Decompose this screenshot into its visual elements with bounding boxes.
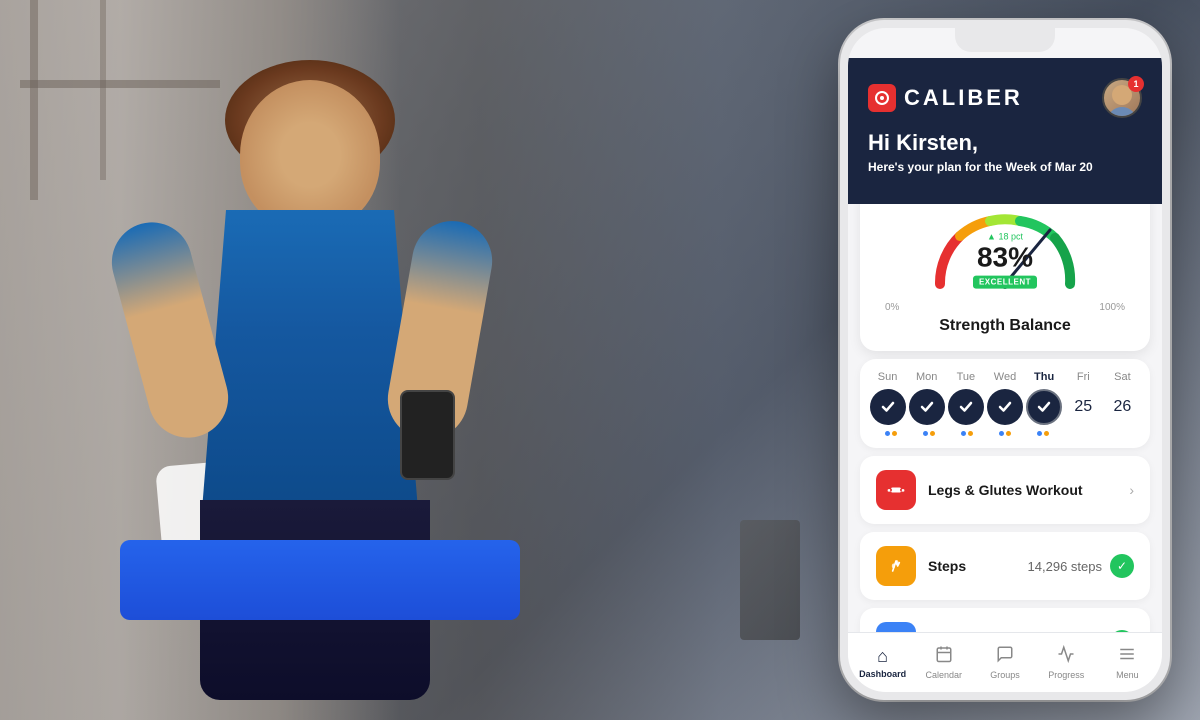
caliber-name: CALIBER <box>904 85 1023 111</box>
nav-progress[interactable]: Progress <box>1036 645 1097 680</box>
menu-icon <box>1118 645 1136 668</box>
gauge-label-high: 100% <box>1099 302 1125 313</box>
gauge-percent: 83% <box>977 242 1033 273</box>
top-bar: CALIBER 1 <box>868 78 1142 118</box>
person-figure <box>60 80 620 700</box>
avatar-container[interactable]: 1 <box>1102 78 1142 118</box>
gauge-card: ▲ 18 pct 83% EXCELLENT 0% 100% Strength … <box>860 184 1150 351</box>
weight-equipment <box>740 520 800 640</box>
workout-label: Legs & Glutes Workout <box>928 482 1129 498</box>
person-phone <box>400 390 455 480</box>
gauge-labels: 0% 100% <box>880 302 1130 313</box>
day-label-thu: Thu <box>1026 371 1062 383</box>
excellent-badge: EXCELLENT <box>973 276 1037 289</box>
day-label-sun: Sun <box>870 371 906 383</box>
nav-calendar[interactable]: Calendar <box>913 645 974 680</box>
dot-sun-2 <box>892 431 897 436</box>
steps-value: 14,296 steps <box>1028 559 1102 574</box>
day-label-mon: Mon <box>909 371 945 383</box>
day-sat[interactable]: 26 <box>1104 389 1140 425</box>
steps-check: ✓ <box>1110 554 1134 578</box>
dashboard-label: Dashboard <box>859 669 906 679</box>
greeting: Hi Kirsten, <box>868 130 1142 156</box>
workout-chevron: › <box>1129 482 1134 498</box>
dot-thu-2 <box>1044 431 1049 436</box>
activity-steps[interactable]: Steps 14,296 steps ✓ <box>860 532 1150 600</box>
phone-header: CALIBER 1 Hi Kirsten, Here's your plan f… <box>848 58 1162 204</box>
phone-content: CALIBER 1 Hi Kirsten, Here's your plan f… <box>848 28 1162 692</box>
dots-tue <box>949 431 985 436</box>
nav-menu[interactable]: Menu <box>1097 645 1158 680</box>
gym-bar-vertical-1 <box>30 0 38 200</box>
groups-label: Groups <box>990 670 1020 680</box>
strength-balance-title: Strength Balance <box>880 317 1130 335</box>
calendar-nav-label: Calendar <box>926 670 963 680</box>
phone-notch <box>955 28 1055 52</box>
plan-text: Here's your plan for the Week of Mar 20 <box>868 160 1142 174</box>
avatar-body <box>1107 107 1137 118</box>
caliber-icon <box>868 84 896 112</box>
steps-label: Steps <box>928 558 1028 574</box>
plan-week: Week of Mar 20 <box>1006 160 1093 174</box>
dot-thu-1 <box>1037 431 1042 436</box>
dot-tue-2 <box>968 431 973 436</box>
calendar-icon <box>935 645 953 668</box>
day-mon[interactable] <box>909 389 945 425</box>
progress-icon <box>1057 645 1075 668</box>
dot-tue-1 <box>961 431 966 436</box>
gauge-container: ▲ 18 pct 83% EXCELLENT <box>925 204 1085 294</box>
day-thu[interactable] <box>1026 389 1062 425</box>
day-fri[interactable]: 25 <box>1065 389 1101 425</box>
steps-icon <box>876 546 916 586</box>
dots-sun <box>873 431 909 436</box>
day-sun[interactable] <box>870 389 906 425</box>
day-wed[interactable] <box>987 389 1023 425</box>
phone-mockup: CALIBER 1 Hi Kirsten, Here's your plan f… <box>840 20 1170 700</box>
nav-groups[interactable]: Groups <box>974 645 1035 680</box>
person-head <box>240 80 380 230</box>
workout-icon <box>876 470 916 510</box>
dot-mon-2 <box>930 431 935 436</box>
dot-wed-1 <box>999 431 1004 436</box>
calendar-section: Sun Mon Tue Wed Thu Fri Sat <box>860 359 1150 448</box>
activity-workout[interactable]: Legs & Glutes Workout › <box>860 456 1150 524</box>
dot-mon-1 <box>923 431 928 436</box>
dots-mon <box>911 431 947 436</box>
days-header: Sun Mon Tue Wed Thu Fri Sat <box>868 371 1142 383</box>
caliber-logo: CALIBER <box>868 84 1023 112</box>
bottom-nav: ⌂ Dashboard Calendar <box>848 632 1162 692</box>
menu-label: Menu <box>1116 670 1139 680</box>
days-row: 25 26 <box>868 389 1142 425</box>
dashboard-icon: ⌂ <box>877 646 888 667</box>
day-dots <box>868 431 1142 436</box>
day-tue[interactable] <box>948 389 984 425</box>
day-label-tue: Tue <box>948 371 984 383</box>
dots-wed <box>987 431 1023 436</box>
dot-wed-2 <box>1006 431 1011 436</box>
nav-dashboard[interactable]: ⌂ Dashboard <box>852 646 913 679</box>
gauge-delta: ▲ 18 pct <box>965 232 1045 242</box>
groups-icon <box>996 645 1014 668</box>
day-label-wed: Wed <box>987 371 1023 383</box>
bench-seat <box>120 540 520 620</box>
dots-fri <box>1063 431 1099 436</box>
plan-prefix: Here's your plan for the <box>868 160 1002 174</box>
dot-sun-1 <box>885 431 890 436</box>
progress-label: Progress <box>1048 670 1084 680</box>
phone-inner: CALIBER 1 Hi Kirsten, Here's your plan f… <box>848 28 1162 692</box>
gauge-center: ▲ 18 pct 83% EXCELLENT <box>965 232 1045 290</box>
gauge-label-low: 0% <box>885 302 899 313</box>
dots-thu <box>1025 431 1061 436</box>
day-label-fri: Fri <box>1065 371 1101 383</box>
day-label-sat: Sat <box>1104 371 1140 383</box>
notification-badge: 1 <box>1128 76 1144 92</box>
dots-sat <box>1101 431 1137 436</box>
